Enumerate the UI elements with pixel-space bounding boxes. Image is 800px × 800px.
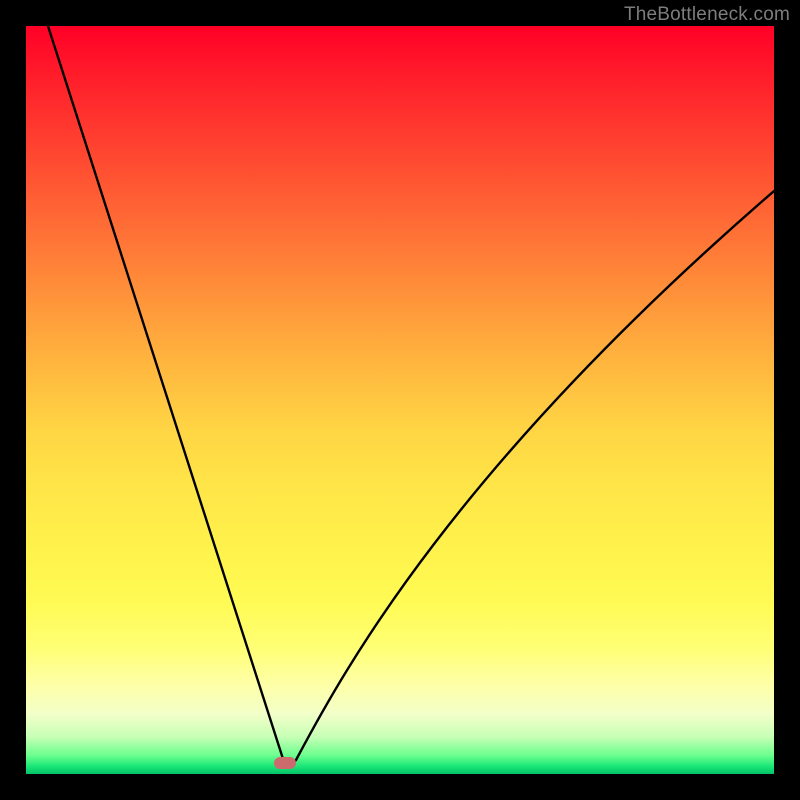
optimal-marker (274, 757, 296, 769)
curve-svg (26, 26, 774, 774)
plot-area (26, 26, 774, 774)
bottleneck-curve (48, 26, 774, 765)
chart-frame: TheBottleneck.com (0, 0, 800, 800)
watermark-text: TheBottleneck.com (624, 4, 790, 26)
